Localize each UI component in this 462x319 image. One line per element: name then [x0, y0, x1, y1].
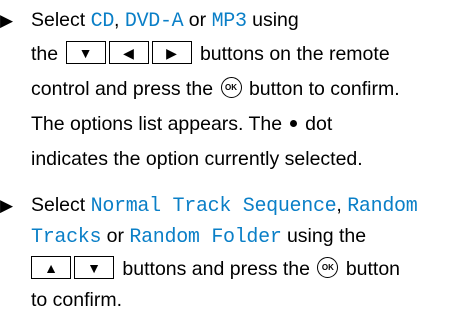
bullet-arrow-icon: ▶ — [0, 196, 14, 215]
text: using — [246, 9, 299, 31]
text: , — [336, 194, 348, 216]
step1-line5: indicates the option currently selected. — [31, 141, 363, 178]
bullet-dot-icon — [290, 120, 298, 128]
ok-button-icon: OK — [317, 257, 339, 279]
step1-line2: the ▼ ◀ ▶ buttons on the remote — [31, 36, 390, 73]
step2-line2: Tracks or Random Folder using the — [31, 218, 366, 255]
option-random-folder: Random Folder — [129, 226, 282, 249]
text: Select — [31, 9, 91, 31]
ok-button-icon: OK — [220, 77, 242, 99]
text: , — [114, 9, 125, 31]
step1-line4: The options list appears. The dot — [31, 106, 332, 143]
text: buttons on the remote — [199, 43, 390, 65]
right-button-icon: ▶ — [151, 41, 192, 65]
option-random-tracks-cont: Tracks — [31, 226, 102, 249]
step1-line3: control and press the OK button to confi… — [31, 71, 400, 108]
remote-buttons-group: ▼ ◀ ▶ — [65, 41, 192, 65]
down-button-icon: ▼ — [65, 41, 106, 65]
left-button-icon: ◀ — [108, 41, 149, 65]
step2-line4: to confirm. — [31, 282, 122, 319]
text: dot — [305, 113, 333, 135]
text: button to confirm. — [248, 78, 400, 100]
option-cd: CD — [90, 10, 115, 33]
text: to confirm. — [31, 289, 123, 311]
remote-buttons-group: ▲ ▼ — [31, 256, 114, 280]
text: buttons and press the — [122, 258, 310, 280]
option-mp3: MP3 — [211, 10, 247, 33]
text: using the — [281, 225, 367, 247]
text: the — [31, 43, 59, 65]
text: Select — [31, 194, 91, 216]
bullet-arrow-icon: ▶ — [0, 11, 14, 30]
step1-line1: Select CD, DVD-A or MP3 using — [31, 2, 299, 39]
text: or — [183, 9, 212, 31]
option-random-tracks: Random — [347, 195, 418, 218]
text: control and press the — [31, 78, 214, 100]
text: indicates the option currently selected. — [31, 148, 363, 170]
text: button — [345, 258, 401, 280]
option-dvd-a: DVD-A — [124, 10, 184, 33]
down-button-icon: ▼ — [74, 256, 114, 280]
text: or — [101, 225, 130, 247]
option-normal-track-sequence: Normal Track Sequence — [90, 195, 337, 218]
up-button-icon: ▲ — [31, 256, 71, 280]
text: The options list appears. The — [31, 113, 283, 135]
